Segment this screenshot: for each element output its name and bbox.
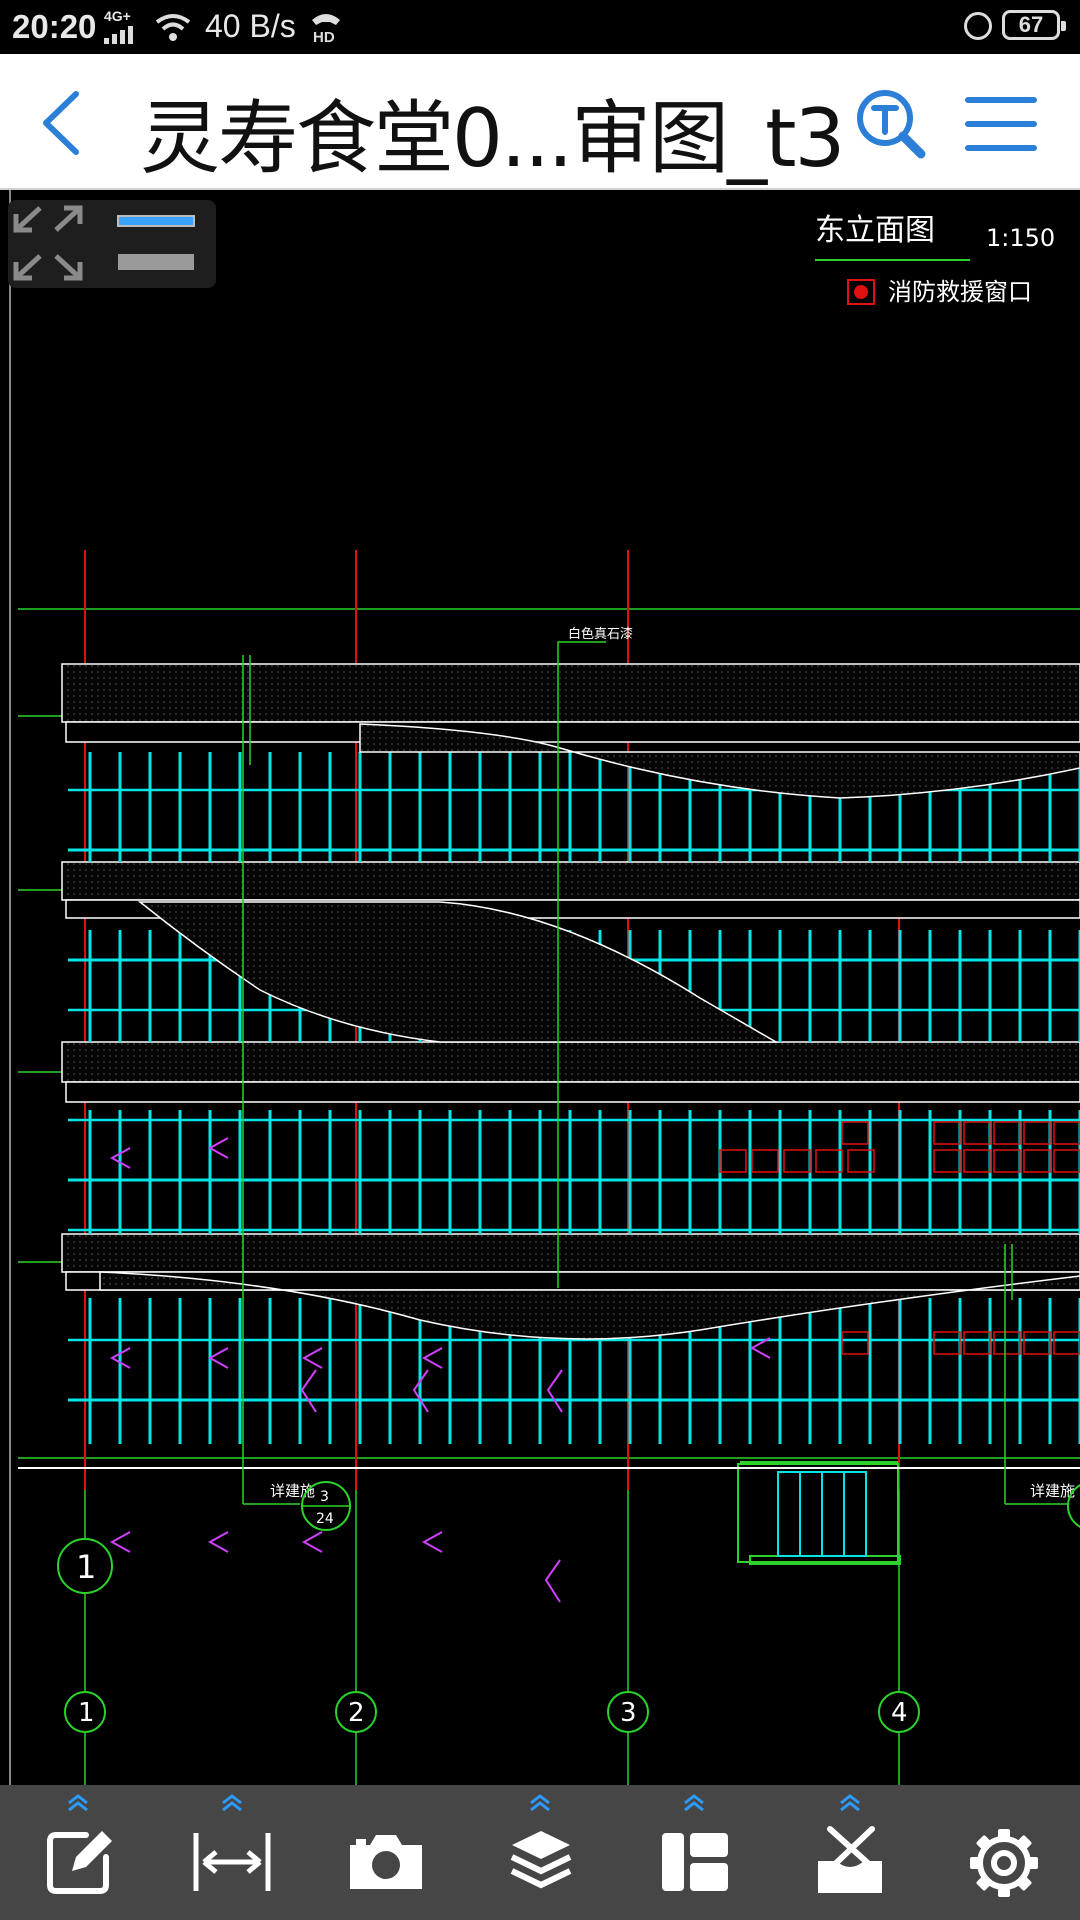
network-speed: 40 B/s bbox=[205, 8, 296, 44]
expand-chevron-icon[interactable] bbox=[220, 1793, 244, 1811]
wifi-icon bbox=[155, 14, 191, 41]
camera-icon bbox=[350, 1835, 422, 1889]
expand-chevron-icon[interactable] bbox=[66, 1793, 90, 1811]
material-note: 白色真石漆 bbox=[568, 626, 633, 642]
measure-tool-button[interactable] bbox=[172, 1785, 292, 1920]
detail-note-right: 详建施 bbox=[1030, 1482, 1075, 1500]
rotation-lock-icon bbox=[964, 12, 992, 40]
hd-call-icon: HD bbox=[312, 14, 340, 44]
settings-tool-button[interactable] bbox=[944, 1785, 1064, 1920]
network-type: 4G+ bbox=[104, 8, 131, 24]
axis-label-top: 1 bbox=[76, 1548, 96, 1586]
measure-icon bbox=[193, 1833, 271, 1891]
settings-icon bbox=[970, 1829, 1038, 1897]
camera-tool-button[interactable] bbox=[326, 1785, 446, 1920]
status-time: 20:20 bbox=[12, 8, 97, 45]
axis-label-2: 2 bbox=[348, 1698, 365, 1728]
page-title: 灵寿食堂0...审图_t3 bbox=[140, 92, 845, 185]
axis-label-3: 3 bbox=[620, 1698, 637, 1728]
app-header: 灵寿食堂0...审图_t3 bbox=[0, 54, 1080, 190]
detail-ref-bottom: 24 bbox=[316, 1511, 334, 1527]
hamburger-menu-icon[interactable] bbox=[964, 92, 1038, 156]
drawing-scale: 1:150 bbox=[986, 224, 1055, 252]
layers-icon bbox=[510, 1831, 572, 1889]
expand-chevron-icon[interactable] bbox=[682, 1793, 706, 1811]
signal-icon bbox=[104, 26, 133, 44]
line-weight-thick-icon[interactable] bbox=[118, 254, 194, 270]
svg-text:HD: HD bbox=[313, 29, 335, 44]
tools-tool-button[interactable] bbox=[790, 1785, 910, 1920]
edit-icon bbox=[47, 1831, 112, 1894]
legend-label: 消防救援窗口 bbox=[888, 278, 1032, 306]
text-search-icon[interactable] bbox=[853, 86, 927, 160]
edit-tool-button[interactable] bbox=[18, 1785, 138, 1920]
expand-chevron-icon[interactable] bbox=[528, 1793, 552, 1811]
expand-chevron-icon[interactable] bbox=[838, 1793, 862, 1811]
detail-ref-top: 3 bbox=[320, 1489, 329, 1505]
view-control-panel[interactable] bbox=[8, 200, 216, 288]
layout-tool-button[interactable] bbox=[634, 1785, 754, 1920]
status-bar: 20:20 4G+ 40 B/s HD 67 bbox=[0, 0, 1080, 54]
back-arrow-icon[interactable] bbox=[36, 88, 86, 158]
cad-drawing[interactable]: 东立面图 1:150 消防救援窗口 白色真石漆 详建施 3 24 详建施 1 1… bbox=[0, 190, 1080, 1785]
line-weight-thin-icon[interactable] bbox=[117, 215, 195, 227]
bottom-toolbar bbox=[0, 1785, 1080, 1920]
axis-label-4: 4 bbox=[891, 1698, 908, 1728]
tools-icon bbox=[818, 1826, 882, 1893]
layers-tool-button[interactable] bbox=[480, 1785, 600, 1920]
drawing-canvas[interactable]: 东立面图 1:150 消防救援窗口 白色真石漆 详建施 3 24 详建施 1 1… bbox=[0, 190, 1080, 1785]
battery-icon: 67 bbox=[1002, 10, 1066, 40]
axis-label-1: 1 bbox=[78, 1698, 95, 1728]
view-title: 东立面图 bbox=[815, 213, 935, 248]
layout-icon bbox=[662, 1833, 728, 1891]
